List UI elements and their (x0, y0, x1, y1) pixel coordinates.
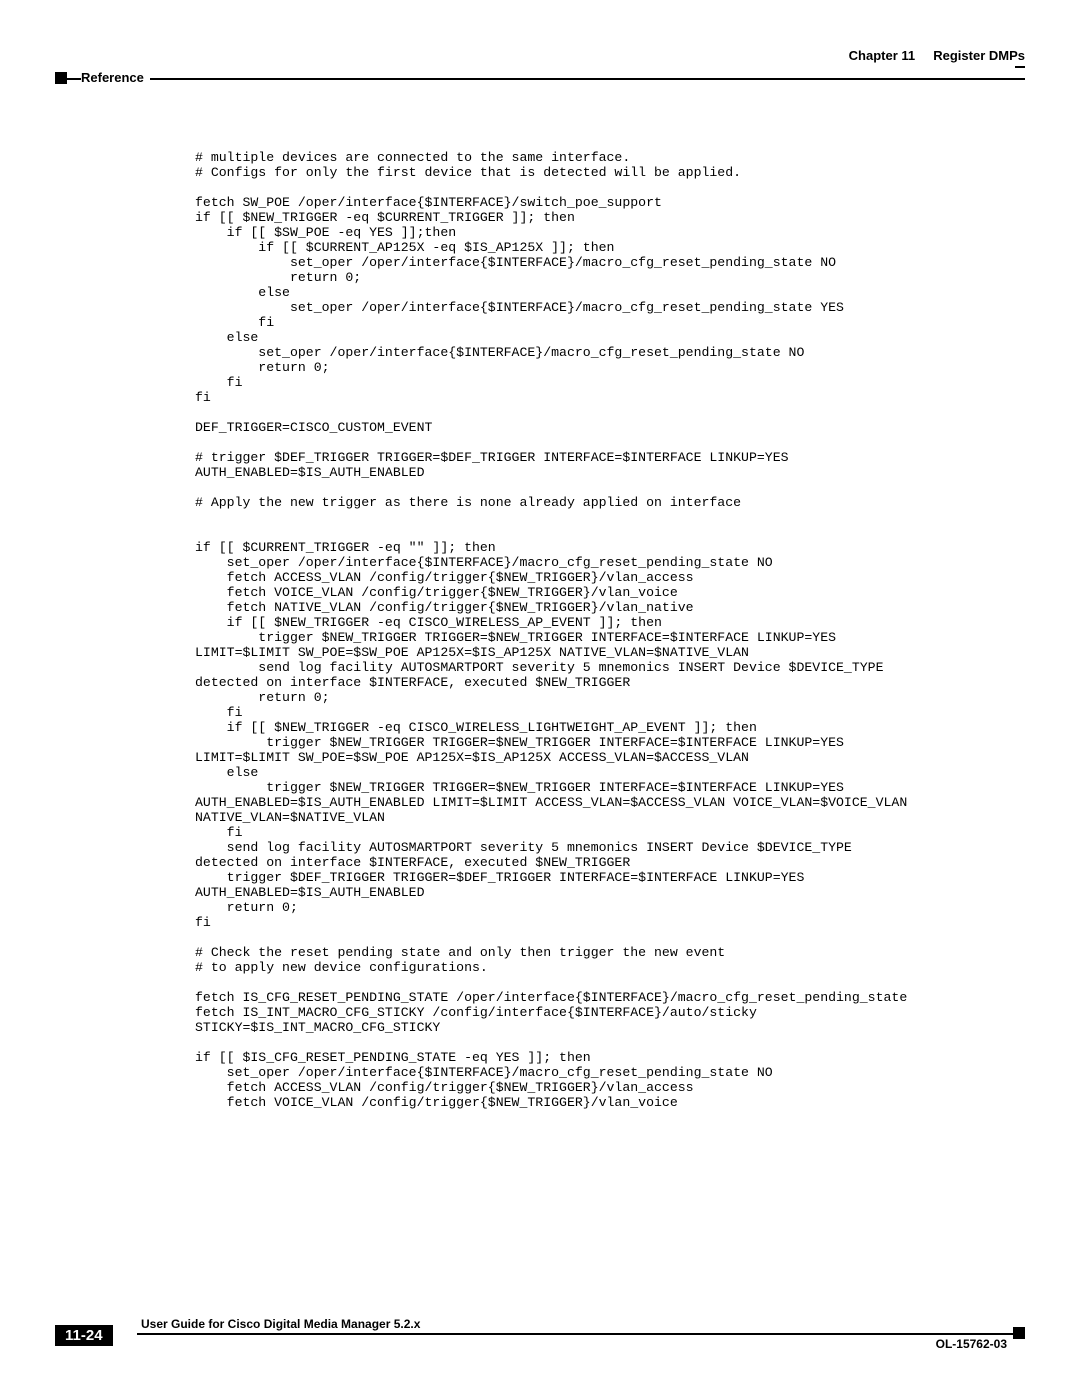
doc-id: OL-15762-03 (930, 1337, 1007, 1351)
reference-square-icon (55, 72, 67, 84)
guide-title: User Guide for Cisco Digital Media Manag… (141, 1317, 426, 1331)
chapter-heading: Chapter 11 Register DMPs (849, 48, 1025, 63)
chapter-label: Chapter 11 (849, 48, 915, 63)
reference-rule (55, 78, 1025, 80)
page-header: Chapter 11 Register DMPs (55, 48, 1025, 68)
page-footer: User Guide for Cisco Digital Media Manag… (55, 1319, 1025, 1359)
page: Chapter 11 Register DMPs Reference # mul… (0, 0, 1080, 1397)
footer-square-icon (1013, 1327, 1025, 1339)
chapter-title: Register DMPs (933, 48, 1025, 63)
reference-row: Reference (55, 70, 1025, 88)
code-block: # multiple devices are connected to the … (195, 150, 1025, 1110)
page-number: 11-24 (55, 1325, 113, 1346)
header-rule-marker (1015, 66, 1025, 68)
reference-label: Reference (81, 70, 150, 85)
footer-rule (137, 1333, 1025, 1335)
